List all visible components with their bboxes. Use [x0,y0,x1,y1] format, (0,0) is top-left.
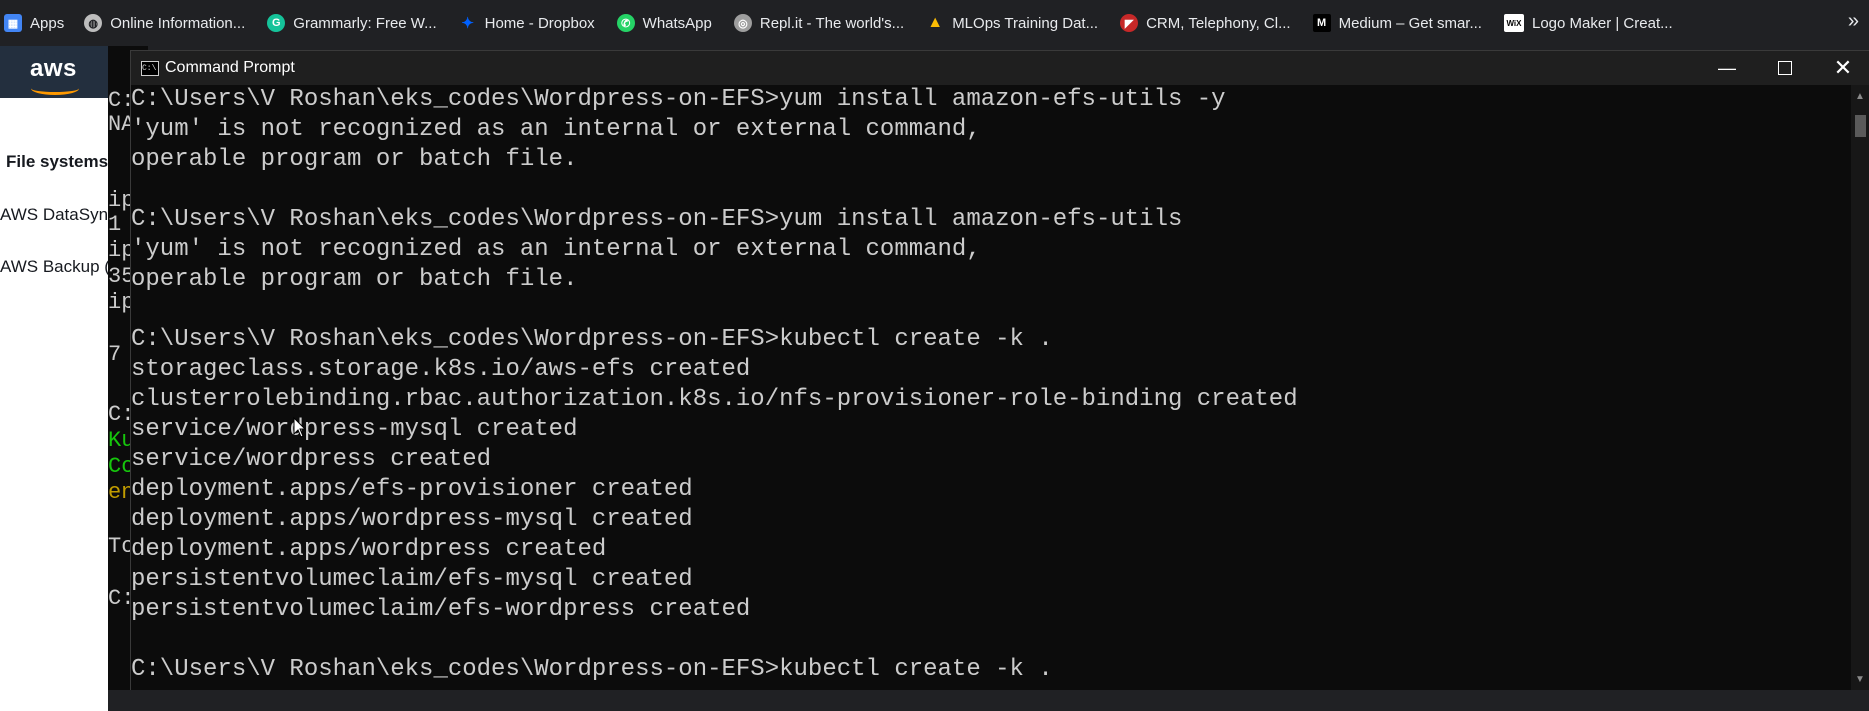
maximize-button[interactable] [1756,51,1814,85]
console-line: deployment.apps/efs-provisioner created [131,476,693,503]
aws-sidebar: File systems AWS DataSyn AWS Backup ( [0,98,110,711]
console-line: storageclass.storage.k8s.io/aws-efs crea… [131,356,751,383]
console-output[interactable]: C:\Users\V Roshan\eks_codes\Wordpress-on… [131,85,1851,691]
command-prompt-window: C:\ Command Prompt — ✕ C:\Users\V Roshan… [130,50,1869,692]
bg-line: 1 [108,212,122,237]
bookmark-label: Repl.it - The world's... [759,14,905,32]
sidebar-item-file-systems[interactable]: File systems [6,152,108,172]
more-bookmarks-icon[interactable]: » [1848,10,1859,33]
whatsapp-icon: ✆ [616,14,635,32]
bookmark-medium[interactable]: M Medium – Get smar... [1312,14,1482,32]
console-line: service/wordpress-mysql created [131,416,578,443]
console-line: clusterrolebinding.rbac.authorization.k8… [131,386,1298,413]
globe-icon: ◍ [84,14,103,32]
sidebar-item-backup[interactable]: AWS Backup ( [0,257,110,277]
console-line: C:\Users\V Roshan\eks_codes\Wordpress-on… [131,86,1226,113]
bookmark-mlops-training[interactable]: ▲ MLOps Training Dat... [926,14,1098,32]
bookmark-whatsapp[interactable]: ✆ WhatsApp [616,14,712,32]
window-title: Command Prompt [165,59,295,76]
vertical-scrollbar[interactable]: ▲ ▼ [1851,85,1869,691]
bookmarks-bar: ▦ Apps ◍ Online Information... G Grammar… [0,0,1869,46]
google-drive-icon: ▲ [927,14,944,31]
aws-logo[interactable]: aws [30,55,77,83]
mouse-pointer-icon [293,417,307,438]
console-line: deployment.apps/wordpress created [131,536,607,563]
console-line: service/wordpress created [131,446,492,473]
console-line: C:\Users\V Roshan\eks_codes\Wordpress-on… [131,326,1053,353]
bookmark-crm-telephony[interactable]: ◤ CRM, Telephony, Cl... [1120,14,1291,32]
medium-icon: M [1312,14,1331,32]
bookmark-label: CRM, Telephony, Cl... [1146,14,1291,32]
bookmark-label: MLOps Training Dat... [952,14,1099,32]
crm-icon: ◤ [1120,14,1139,32]
maximize-icon [1778,61,1792,75]
console-line: persistentvolumeclaim/efs-wordpress crea… [131,596,751,623]
aws-smile-icon [31,82,79,95]
replit-icon: ◎ [733,14,752,32]
console-line: deployment.apps/wordpress-mysql created [131,506,693,533]
sidebar-item-datasync[interactable]: AWS DataSyn [0,205,108,225]
bookmark-label: Home - Dropbox [484,14,595,32]
console-line: 'yum' is not recognized as an internal o… [131,236,981,263]
scroll-down-icon[interactable]: ▼ [1855,674,1865,685]
bookmark-online-information[interactable]: ◍ Online Information... [84,14,245,32]
bookmark-apps[interactable]: ▦ Apps [4,14,64,32]
bookmark-label: Medium – Get smar... [1338,14,1482,32]
title-bar[interactable]: C:\ Command Prompt — ✕ [131,51,1869,85]
dropbox-icon: ✦ [461,15,474,32]
minimize-button[interactable]: — [1698,51,1756,85]
bookmark-label: Grammarly: Free W... [293,14,437,32]
scrollbar-thumb[interactable] [1855,115,1866,137]
bookmark-label: Online Information... [110,14,246,32]
bookmark-label: WhatsApp [642,14,712,32]
console-line: persistentvolumeclaim/efs-mysql created [131,566,693,593]
console-line: operable program or batch file. [131,266,578,293]
bg-line: 7 [108,342,122,367]
command-prompt-icon: C:\ [141,61,159,76]
bookmark-dropbox[interactable]: ✦ Home - Dropbox [459,14,595,33]
bookmark-grammarly[interactable]: G Grammarly: Free W... [267,14,437,32]
minimize-icon: — [1718,57,1736,78]
bookmark-label: Logo Maker | Creat... [1531,14,1673,32]
bookmark-replit[interactable]: ◎ Repl.it - The world's... [733,14,905,32]
bottom-strip [108,690,1869,711]
wix-icon: WiX [1503,14,1524,32]
scroll-up-icon[interactable]: ▲ [1855,91,1865,102]
bookmark-logo-maker[interactable]: WiX Logo Maker | Creat... [1503,14,1673,32]
grammarly-icon: G [267,14,286,32]
console-line: 'yum' is not recognized as an internal o… [131,116,981,143]
console-line: operable program or batch file. [131,146,578,173]
close-icon: ✕ [1833,55,1853,80]
console-line: C:\Users\V Roshan\eks_codes\Wordpress-on… [131,206,1183,233]
close-button[interactable]: ✕ [1814,51,1869,85]
console-prompt-line[interactable]: C:\Users\V Roshan\eks_codes\Wordpress-on… [131,655,1053,685]
bookmark-label: Apps [30,14,65,32]
apps-grid-icon: ▦ [4,14,22,32]
